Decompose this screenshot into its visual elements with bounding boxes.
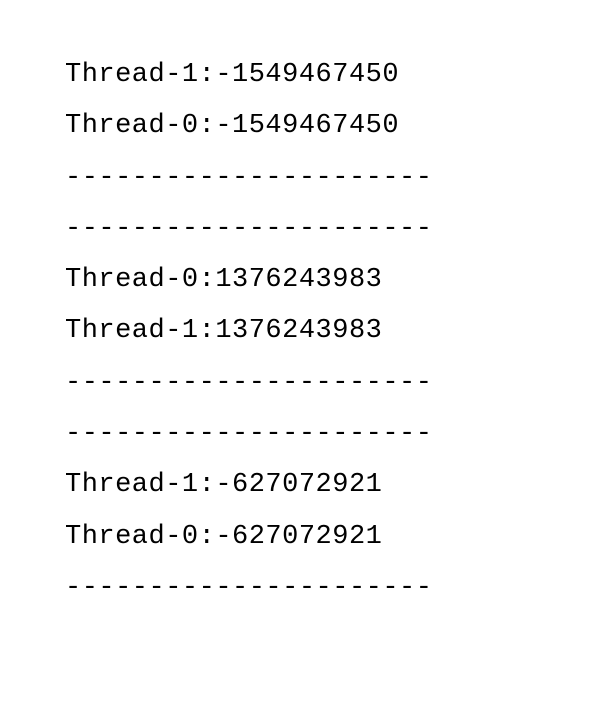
output-line: Thread-0:-1549467450 [65, 101, 548, 152]
output-line: ---------------------- [65, 409, 548, 460]
output-line: ---------------------- [65, 204, 548, 255]
output-line: ---------------------- [65, 358, 548, 409]
output-line: Thread-1:1376243983 [65, 306, 548, 357]
output-line: Thread-0:-627072921 [65, 512, 548, 563]
output-line: Thread-1:-627072921 [65, 460, 548, 511]
console-output: Thread-1:-1549467450 Thread-0:-154946745… [65, 50, 548, 614]
output-line: Thread-0:1376243983 [65, 255, 548, 306]
output-line: ---------------------- [65, 563, 548, 614]
output-line: Thread-1:-1549467450 [65, 50, 548, 101]
output-line: ---------------------- [65, 153, 548, 204]
